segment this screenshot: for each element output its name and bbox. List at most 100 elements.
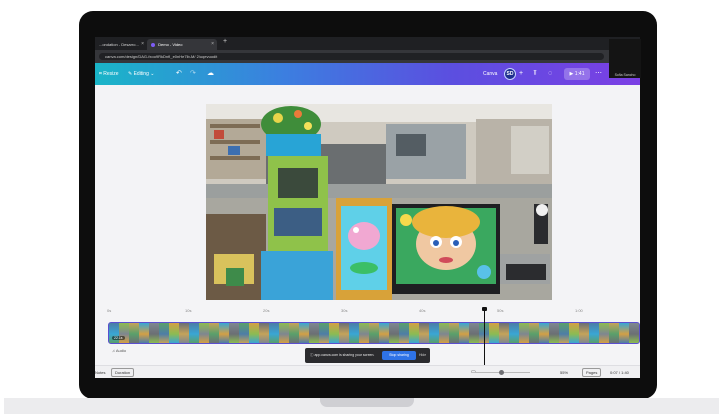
canva-favicon-icon (151, 42, 155, 47)
clip-thumbnail-frame (339, 323, 349, 343)
clip-thumbnail-frame (149, 323, 159, 343)
screen-share-banner: ⓘ app.canva.com is sharing your screen. … (305, 348, 430, 363)
clip-thumbnail-frame (409, 323, 419, 343)
editing-mode-button[interactable]: ✎ Editing ⌄ (128, 63, 154, 85)
browser-tab-1[interactable]: ...ondation - Desarro... × (95, 39, 147, 50)
clip-thumbnail-frame (579, 323, 589, 343)
clip-thumbnail-frame (329, 323, 339, 343)
clip-thumbnail-frame (519, 323, 529, 343)
timeline-tick: 0s (107, 308, 112, 313)
clip-thumbnail-frame (309, 323, 319, 343)
clip-thumbnail-frame (439, 323, 449, 343)
clip-thumbnail-frame (489, 323, 499, 343)
clip-thumbnail-frame (359, 323, 369, 343)
clip-thumbnail-frame (539, 323, 549, 343)
clip-thumbnail-frame (499, 323, 509, 343)
play-button[interactable]: ▶ 1:41 (564, 68, 590, 80)
clip-thumbnail-frame (299, 323, 309, 343)
clip-thumbnail-frame (509, 323, 519, 343)
clip-thumbnail-frame (449, 323, 459, 343)
workshop-photo (206, 104, 552, 300)
tab-close-icon[interactable]: × (211, 39, 214, 50)
clip-thumbnail-frame (239, 323, 249, 343)
resize-button[interactable]: ⌗ Resize (99, 63, 119, 85)
tab-label: ...ondation - Desarro... (99, 42, 139, 47)
pages-button[interactable]: Pages (582, 368, 602, 377)
screen: ...ondation - Desarro... × Demo - Video … (95, 37, 640, 378)
design-canvas-image[interactable] (206, 104, 552, 300)
address-bar-row: canva.com/design/DAG-fxoo9RkDnfI_e0nHe7l… (95, 50, 640, 63)
document-title[interactable]: Canva (483, 63, 497, 85)
clip-thumbnail-frame (369, 323, 379, 343)
clip-thumbnail-frame (559, 323, 569, 343)
clip-thumbnail-frame (469, 323, 479, 343)
clip-thumbnail-frame (319, 323, 329, 343)
clip-thumbnail-frame (229, 323, 239, 343)
clip-thumbnail-frame (379, 323, 389, 343)
timeline-tick: 40s (419, 308, 426, 313)
timeline-tick: 20s (263, 308, 270, 313)
clip-thumbnail-frame (289, 323, 299, 343)
video-clip-track[interactable]: 22.1s (108, 322, 640, 344)
notes-button[interactable]: Notes (95, 366, 105, 378)
user-avatar[interactable]: SD (504, 68, 516, 80)
share-message: ⓘ app.canva.com is sharing your screen. (310, 353, 375, 357)
duration-button[interactable]: Duration (111, 368, 135, 377)
clip-thumbnail-frame (419, 323, 429, 343)
tab-label: Demo - Video (158, 42, 183, 47)
stop-sharing-button[interactable]: Stop sharing (382, 351, 416, 360)
more-options-icon[interactable]: ⋯ (595, 63, 602, 85)
audio-track-label[interactable]: ♫ Audio (112, 348, 126, 353)
undo-icon[interactable]: ↶ (176, 63, 182, 85)
hide-banner-button[interactable]: Hide (419, 348, 426, 363)
clip-thumbnail-frame (459, 323, 469, 343)
clip-thumbnail-frame (399, 323, 409, 343)
timeline-tick: 50s (497, 308, 504, 313)
clip-thumbnail-frame (629, 323, 639, 343)
timeline-ruler: 0s 10s 20s 30s 40s 50s 1:00 (107, 308, 632, 316)
new-tab-button[interactable]: + (223, 38, 227, 45)
redo-icon[interactable]: ↷ (190, 63, 196, 85)
webcam-overlay: Sofia Sancho (609, 39, 641, 78)
clip-thumbnail-frame (189, 323, 199, 343)
cloud-save-icon[interactable]: ☁ (207, 63, 214, 85)
clip-thumbnail-frame (599, 323, 609, 343)
webcam-name-label: Sofia Sancho (614, 73, 636, 77)
laptop-notch (320, 398, 414, 407)
clip-thumbnail-frame (569, 323, 579, 343)
clip-thumbnail-frame (549, 323, 559, 343)
playback-time: 0:07 / 1:40 (610, 370, 629, 375)
clip-thumbnail-frame (269, 323, 279, 343)
clip-thumbnail-frame (159, 323, 169, 343)
clip-thumbnail-frame (589, 323, 599, 343)
clip-thumbnail-frame (219, 323, 229, 343)
clip-thumbnail-frame (139, 323, 149, 343)
clip-thumbnail-frame (279, 323, 289, 343)
clip-thumbnail-frame (249, 323, 259, 343)
clip-thumbnail-frame (259, 323, 269, 343)
clip-thumbnail-frame (109, 323, 119, 343)
comments-icon[interactable]: ◌ (548, 63, 552, 85)
clip-thumbnail-frame (199, 323, 209, 343)
timeline-tick: 1:00 (575, 308, 583, 313)
clip-thumbnail-frame (129, 323, 139, 343)
clip-thumbnail-frame (349, 323, 359, 343)
clip-thumbnail-frame (609, 323, 619, 343)
browser-tab-2[interactable]: Demo - Video × (147, 39, 217, 50)
clip-thumbnail-frame (119, 323, 129, 343)
zoom-level: 55% (560, 370, 569, 375)
clip-duration-badge: 22.1s (112, 336, 125, 340)
timeline-tick: 10s (185, 308, 192, 313)
clip-thumbnail-frame (529, 323, 539, 343)
add-collaborator-icon[interactable]: + (519, 63, 523, 85)
zoom-slider-handle[interactable] (499, 370, 504, 375)
status-bar: Notes Duration ▭ 55% Pages 0:07 / 1:40 (95, 365, 640, 378)
tab-close-icon[interactable]: × (141, 39, 144, 50)
clip-thumbnail-frame (389, 323, 399, 343)
address-bar-input[interactable]: canva.com/design/DAG-fxoo9RkDnfI_e0nHe7l… (99, 53, 604, 60)
clip-thumbnail-frame (429, 323, 439, 343)
analytics-icon[interactable]: ⫪ (533, 63, 537, 85)
editor-toolbar: ⌗ Resize ✎ Editing ⌄ ↶ ↷ ☁ Canva SD + ⫪ … (95, 63, 640, 85)
timeline-tick: 30s (341, 308, 348, 313)
playhead[interactable] (484, 308, 485, 366)
